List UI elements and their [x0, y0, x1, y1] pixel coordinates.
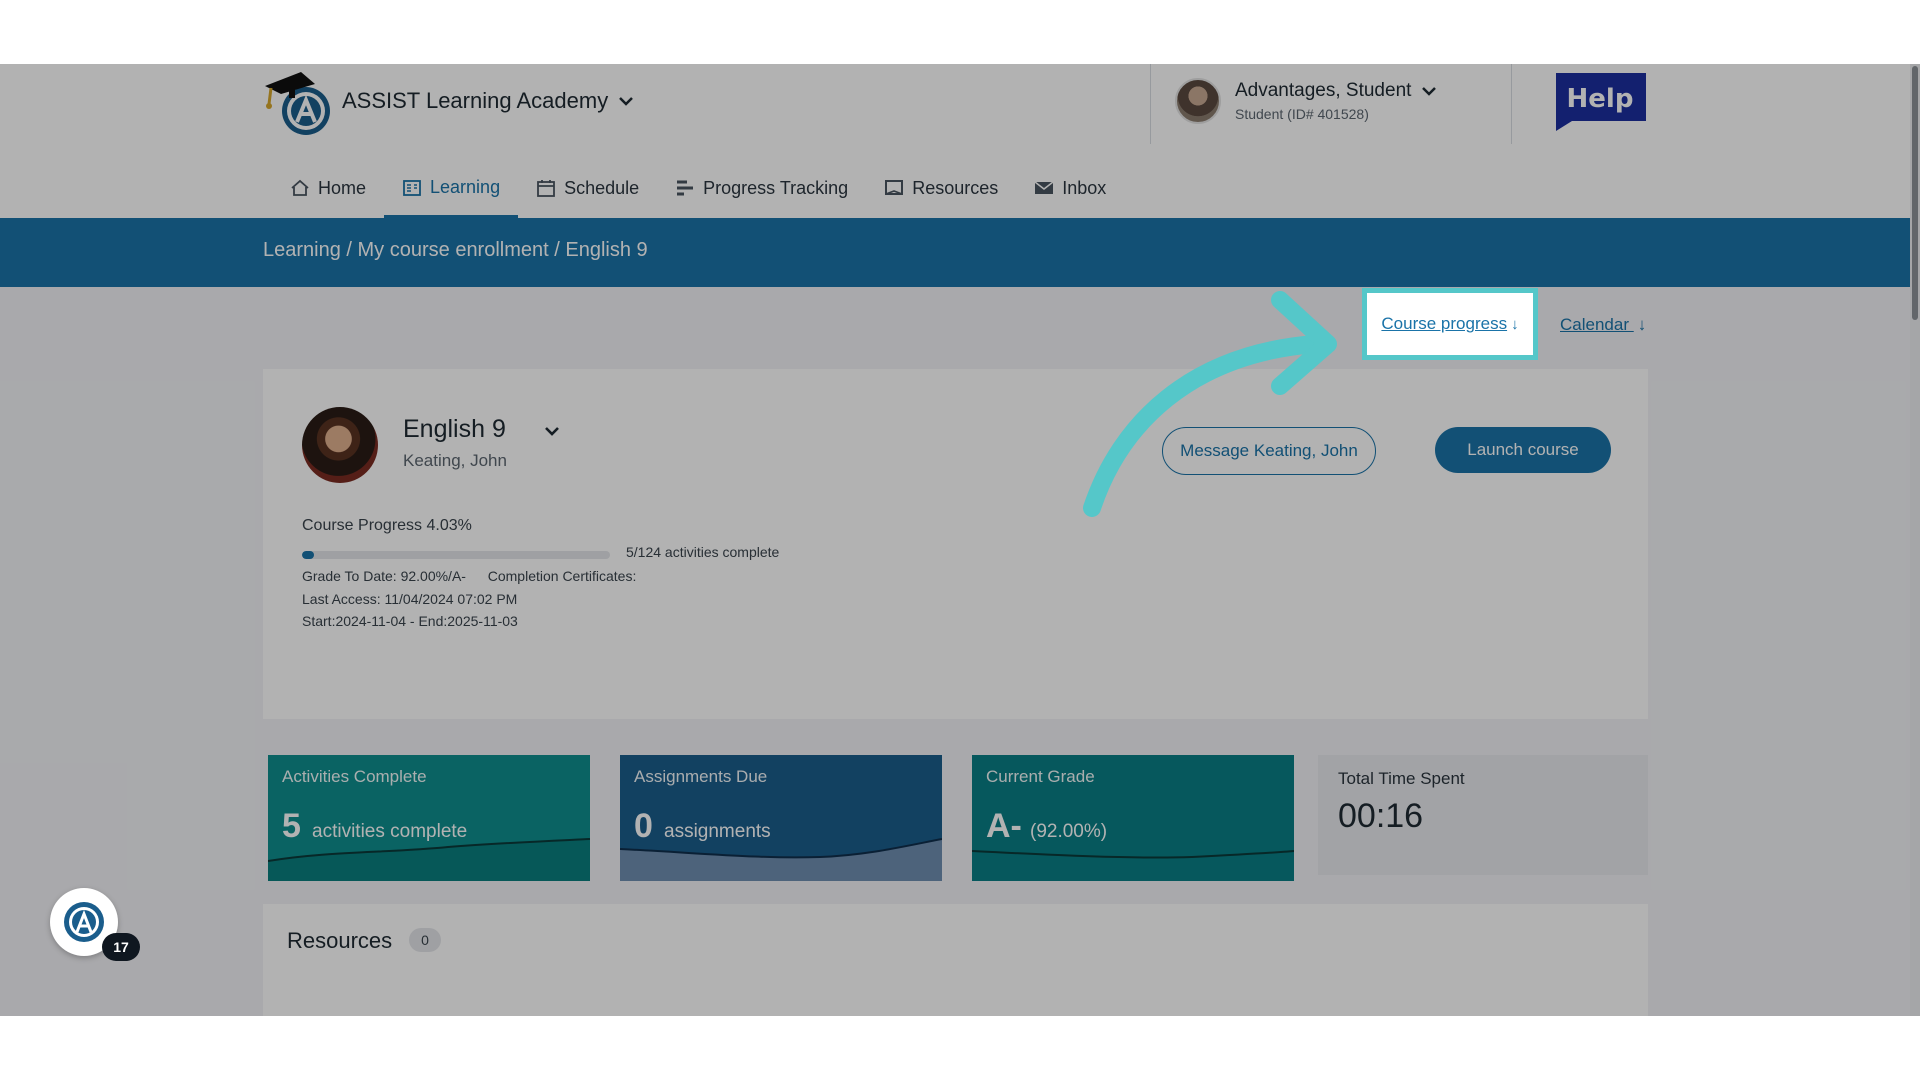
arrow-down-icon: ↓ — [1511, 315, 1519, 333]
top-header: ASSIST Learning Academy Advantages, Stud… — [0, 64, 1910, 218]
teacher-avatar — [302, 407, 378, 483]
teacher-name: Keating, John — [403, 451, 507, 470]
sparkline — [972, 850, 1294, 881]
app-window: ASSIST Learning Academy Advantages, Stud… — [0, 64, 1920, 1016]
user-menu[interactable]: Advantages, Student Student (ID# 401528) — [1175, 78, 1437, 124]
chevron-down-icon[interactable] — [543, 424, 561, 438]
calendar-link[interactable]: Calendar ↓ — [1560, 315, 1646, 335]
header-divider — [1511, 64, 1512, 144]
tile-label: Assignments Due — [634, 767, 768, 786]
notification-badge: 17 — [102, 933, 140, 961]
course-progress-label: Course Progress 4.03% — [302, 517, 472, 534]
arrow-down-icon: ↓ — [1637, 315, 1647, 334]
course-title: English 9 — [403, 415, 506, 443]
total-time-tile[interactable]: Total Time Spent 00:16 — [1318, 755, 1648, 875]
nav-inbox[interactable]: Inbox — [1016, 160, 1124, 216]
resources-count-badge: 0 — [409, 928, 441, 952]
last-access: Last Access: 11/04/2024 07:02 PM — [302, 591, 518, 607]
header-divider — [1150, 64, 1151, 144]
activities-complete-tile[interactable]: Activities Complete 5 activities complet… — [268, 755, 590, 881]
chevron-down-icon — [619, 97, 634, 106]
tile-label: Current Grade — [986, 767, 1095, 786]
grade-to-date-text: Grade To Date: 92.00%/A- — [302, 568, 466, 584]
resources-title: Resources — [287, 928, 393, 953]
nav-progress-tracking[interactable]: Progress Tracking — [657, 160, 866, 216]
mail-icon — [1034, 181, 1054, 194]
nav-inbox-label: Inbox — [1062, 177, 1107, 198]
calendar-icon — [537, 180, 555, 197]
nav-schedule[interactable]: Schedule — [518, 160, 657, 216]
pointer-arrow-icon — [1083, 291, 1337, 517]
nav-resources[interactable]: Resources — [866, 160, 1016, 216]
user-id: Student (ID# 401528) — [1235, 106, 1369, 122]
nav-home[interactable]: Home — [272, 160, 384, 216]
breadcrumb-text[interactable]: Learning / My course enrollment / Englis… — [263, 239, 648, 262]
user-name: Advantages, Student — [1235, 80, 1412, 101]
course-dates: Start:2024-11-04 - End:2025-11-03 — [302, 613, 518, 629]
progress-icon — [677, 180, 694, 196]
nav-resources-label: Resources — [912, 177, 999, 198]
breadcrumb: Learning / My course enrollment / Englis… — [0, 218, 1910, 287]
resources-section: Resources 0 — [263, 904, 1648, 1016]
completion-certificates: Completion Certificates: — [487, 568, 637, 584]
help-button[interactable]: Help — [1550, 69, 1650, 131]
activities-complete-text: 5/124 activities complete — [626, 544, 780, 560]
sparkline — [268, 838, 590, 881]
launch-course-button[interactable]: Launch course — [1435, 427, 1611, 473]
learning-icon — [403, 179, 421, 196]
chevron-down-icon — [1422, 87, 1437, 96]
help-label: Help — [1567, 84, 1634, 114]
course-progress-link[interactable]: Course progress ↓ — [1372, 298, 1528, 350]
assignments-due-tile[interactable]: Assignments Due 0 assignments — [620, 755, 942, 881]
academy-logo[interactable] — [263, 64, 333, 138]
tile-value: 00:16 — [1338, 797, 1424, 835]
tile-label: Activities Complete — [282, 767, 427, 786]
nav-home-label: Home — [318, 177, 367, 198]
grade-to-date: Grade To Date: 92.00%/A- Completion Cert… — [302, 568, 636, 584]
course-progress-link-label: Course progress — [1381, 314, 1508, 333]
course-progress-bar — [302, 551, 610, 559]
scrollbar-thumb[interactable] — [1912, 66, 1918, 320]
nav-schedule-label: Schedule — [564, 177, 640, 198]
main-nav: Home Learning Schedule Progress Tracking… — [272, 160, 1124, 218]
nav-progress-tracking-label: Progress Tracking — [703, 177, 849, 198]
academy-name: ASSIST Learning Academy — [342, 88, 609, 113]
user-avatar — [1175, 78, 1221, 124]
sparkline — [620, 838, 942, 881]
course-progress-fill — [302, 551, 315, 559]
resources-icon — [885, 180, 904, 195]
nav-learning-label: Learning — [430, 177, 501, 197]
course-card: English 9 Keating, John Message Keating,… — [263, 369, 1648, 719]
calendar-link-label: Calendar — [1560, 315, 1629, 334]
home-icon — [291, 179, 309, 196]
academy-switcher[interactable]: ASSIST Learning Academy — [342, 88, 634, 114]
current-grade-tile[interactable]: Current Grade A- (92.00%) — [972, 755, 1294, 881]
tile-label: Total Time Spent — [1338, 769, 1465, 788]
nav-learning[interactable]: Learning — [384, 160, 519, 218]
